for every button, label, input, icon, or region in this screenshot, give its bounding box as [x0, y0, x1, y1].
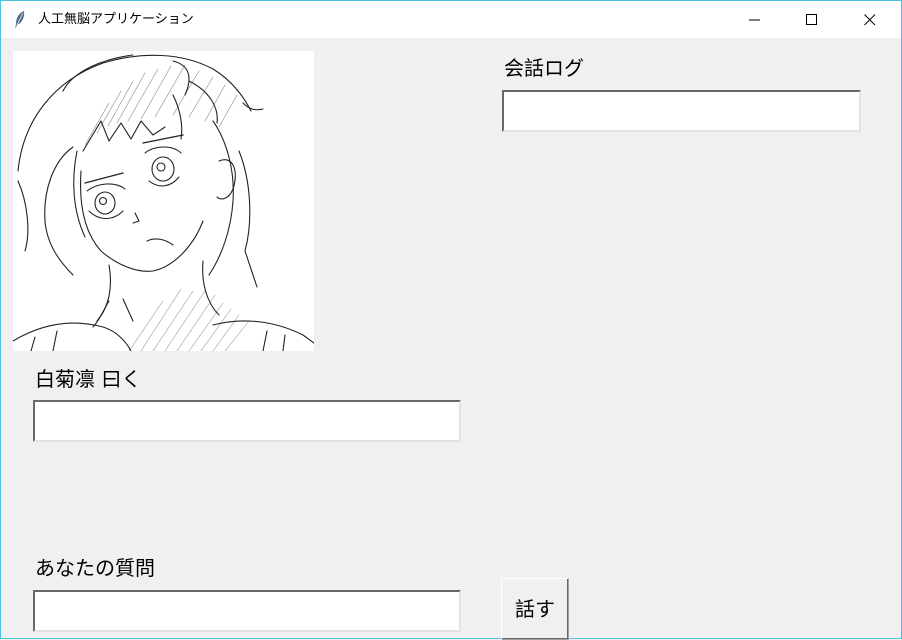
conversation-log-label: 会話ログ [504, 56, 584, 80]
character-portrait-sketch [13, 54, 314, 351]
reply-label: 白菊凛 曰く [35, 367, 142, 391]
question-input[interactable] [33, 590, 461, 632]
maximize-icon [806, 14, 817, 25]
question-label: あなたの質問 [35, 556, 155, 580]
title-bar[interactable]: 人工無脳アプリケーション [1, 1, 901, 38]
minimize-button[interactable] [732, 1, 778, 38]
maximize-button[interactable] [789, 1, 835, 38]
minimize-icon [749, 19, 760, 21]
reply-field[interactable] [33, 400, 461, 442]
feather-icon [13, 10, 27, 30]
talk-button[interactable]: 話す [501, 578, 569, 640]
conversation-log-field[interactable] [502, 90, 861, 132]
app-window: 人工無脳アプリケーション 会話ログ 白菊凛 曰く あなたの質問 話す [0, 0, 902, 640]
window-title: 人工無脳アプリケーション [38, 12, 194, 27]
character-portrait [13, 51, 314, 351]
close-icon [864, 14, 876, 26]
close-button[interactable] [847, 1, 893, 38]
